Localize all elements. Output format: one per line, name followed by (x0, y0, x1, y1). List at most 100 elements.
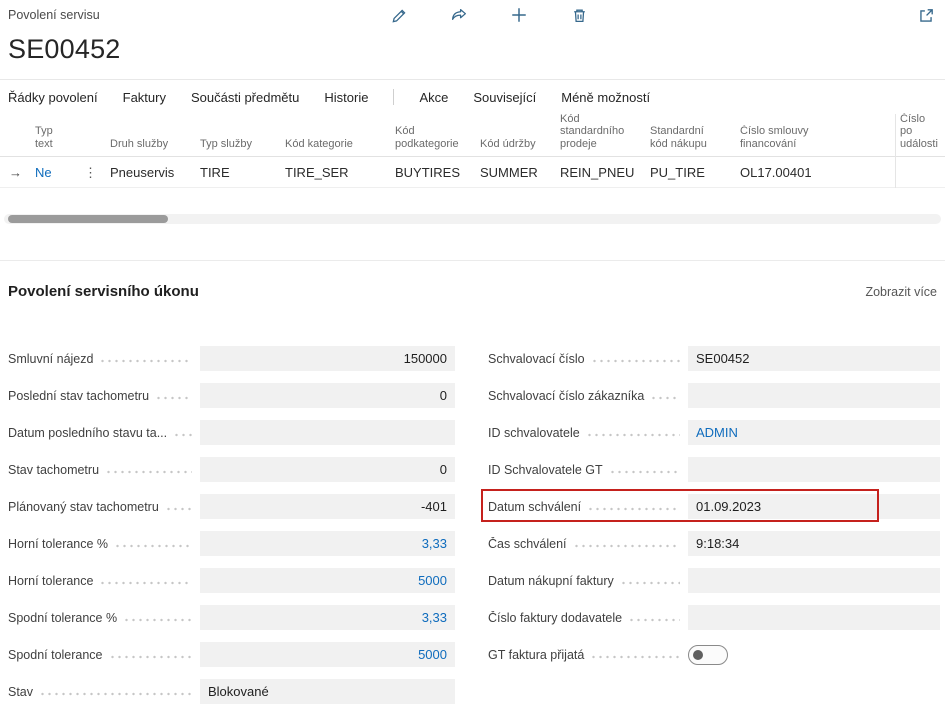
field-label: Stav tachometru (8, 463, 99, 477)
gt-faktura-toggle[interactable] (688, 645, 728, 665)
cell-cislo-smlouvy-financovani[interactable]: OL17.00401 (735, 165, 895, 180)
menu-souvisejici[interactable]: Související (473, 90, 536, 105)
field-id-schvalovatele-gt[interactable] (688, 457, 940, 482)
field-schvalovaci-cislo[interactable]: SE00452 (688, 346, 940, 371)
field-label: Stav (8, 685, 33, 699)
show-more-link[interactable]: Zobrazit více (865, 285, 937, 299)
field-label: Horní tolerance (8, 574, 93, 588)
add-icon[interactable] (508, 4, 530, 26)
dot-leader (99, 359, 192, 363)
field-label: Smluvní nájezd (8, 352, 93, 366)
horizontal-scrollbar-thumb[interactable] (8, 215, 168, 223)
dot-leader (573, 544, 680, 548)
menu-radky-povoleni[interactable]: Řádky povolení (8, 90, 98, 105)
open-in-window-icon[interactable] (915, 5, 937, 27)
title-area: SE00452 (0, 30, 945, 80)
cell-kod-udrzby[interactable]: SUMMER (475, 165, 555, 180)
cell-kod-podkategorie[interactable]: BUYTIRES (390, 165, 475, 180)
field-horni-tolerance-pct[interactable]: 3,33 (200, 531, 455, 556)
field-row-spodni-tolerance-pct: Spodní tolerance % 3,33 (8, 599, 458, 636)
dot-leader (609, 470, 680, 474)
menu-mene-moznosti[interactable]: Méně možností (561, 90, 650, 105)
action-menu: Řádky povolení Faktury Součásti předmětu… (0, 80, 945, 114)
field-row-id-schvalovatele: ID schvalovatele ADMIN (488, 414, 940, 451)
menu-faktury[interactable]: Faktury (123, 90, 166, 105)
field-smluvni-najezd[interactable]: 150000 (200, 346, 455, 371)
field-spodni-tolerance[interactable]: 5000 (200, 642, 455, 667)
field-posledni-stav-tachometru[interactable]: 0 (200, 383, 455, 408)
field-cas-schvaleni[interactable]: 9:18:34 (688, 531, 940, 556)
grid-header-kod-podkategorie[interactable]: Kód podkategorie (390, 125, 475, 156)
edit-icon[interactable] (388, 4, 410, 26)
field-horni-tolerance[interactable]: 5000 (200, 568, 455, 593)
field-label: Spodní tolerance % (8, 611, 117, 625)
menu-akce[interactable]: Akce (419, 90, 448, 105)
menu-soucasti-predmetu[interactable]: Součásti předmětu (191, 90, 299, 105)
dot-leader (105, 470, 192, 474)
share-icon[interactable] (448, 4, 470, 26)
permission-lines-grid: Typ text Druh služby Typ služby Kód kate… (0, 114, 945, 188)
field-row-horni-tolerance-pct: Horní tolerance % 3,33 (8, 525, 458, 562)
section-title[interactable]: Povolení servisního úkonu (8, 283, 199, 300)
grid-header-kod-udrzby[interactable]: Kód údržby (475, 138, 555, 157)
field-row-gt-faktura-prijata: GT faktura přijatá (488, 636, 940, 673)
field-stav-tachometru[interactable]: 0 (200, 457, 455, 482)
field-row-posledni-stav-tachometru: Poslední stav tachometru 0 (8, 377, 458, 414)
field-id-schvalovatele[interactable]: ADMIN (688, 420, 940, 445)
field-row-stav-tachometru: Stav tachometru 0 (8, 451, 458, 488)
cell-kod-kategorie[interactable]: TIRE_SER (280, 165, 390, 180)
grid-header-row: Typ text Druh služby Typ služby Kód kate… (0, 114, 945, 157)
dot-leader (628, 618, 680, 622)
section-header: Povolení servisního úkonu Zobrazit více (0, 261, 945, 300)
grid-header-typ-sluzby[interactable]: Typ služby (195, 138, 280, 157)
field-label: Schvalovací číslo (488, 352, 585, 366)
grid-header-cislo-smlouvy-financovani[interactable]: Číslo smlouvy financování (735, 125, 895, 156)
grid-header-standardni-kod-nakupu[interactable]: Standardní kód nákupu (645, 125, 735, 156)
horizontal-scrollbar[interactable] (4, 214, 941, 224)
field-label: Spodní tolerance (8, 648, 103, 662)
field-row-datum-nakupni-faktury: Datum nákupní faktury (488, 562, 940, 599)
cell-kod-standardniho-prodeje[interactable]: REIN_PNEU (555, 165, 645, 180)
field-row-spodni-tolerance: Spodní tolerance 5000 (8, 636, 458, 673)
approval-form: Smluvní nájezd 150000 Poslední stav tach… (8, 340, 940, 710)
field-label: Čas schválení (488, 537, 567, 551)
field-stav[interactable]: Blokované (200, 679, 455, 704)
field-schvalovaci-cislo-zakaznika[interactable] (688, 383, 940, 408)
dot-leader (587, 507, 680, 511)
grid-header-kod-kategorie[interactable]: Kód kategorie (280, 138, 390, 157)
field-datum-schvaleni[interactable]: 01.09.2023 (688, 494, 940, 519)
dot-leader (109, 655, 192, 659)
cell-typ-text-value[interactable]: Ne (35, 165, 52, 180)
grid-header-pointer-col (0, 150, 30, 156)
field-label: Schvalovací číslo zákazníka (488, 389, 644, 403)
field-planovany-stav-tachometru[interactable]: -401 (200, 494, 455, 519)
menu-historie[interactable]: Historie (324, 90, 368, 105)
cell-druh-sluzby[interactable]: Pneuservis (105, 165, 195, 180)
cell-typ-text[interactable]: Ne ⋮ (30, 165, 105, 180)
field-label: Poslední stav tachometru (8, 389, 149, 403)
field-cislo-faktury-dodavatele[interactable] (688, 605, 940, 630)
table-row: → Ne ⋮ Pneuservis TIRE TIRE_SER BUYTIRES… (0, 157, 945, 188)
cell-typ-sluzby[interactable]: TIRE (195, 165, 280, 180)
grid-header-typ-text[interactable]: Typ text (30, 125, 105, 156)
field-row-datum-schvaleni: Datum schválení 01.09.2023 (488, 488, 940, 525)
field-datum-posledniho-stavu[interactable] (200, 420, 455, 445)
field-row-stav: Stav Blokované (8, 673, 458, 710)
dot-leader (650, 396, 680, 400)
cell-standardni-kod-nakupu[interactable]: PU_TIRE (645, 165, 735, 180)
toggle-knob (693, 650, 703, 660)
grid-header-cislo-po-udalosti[interactable]: Číslo po události (895, 113, 945, 157)
grid-header-druh-sluzby[interactable]: Druh služby (105, 138, 195, 157)
field-label: Plánovaný stav tachometru (8, 500, 159, 514)
field-label: Datum schválení (488, 500, 581, 514)
dot-leader (590, 655, 680, 659)
field-spodni-tolerance-pct[interactable]: 3,33 (200, 605, 455, 630)
dot-leader (620, 581, 680, 585)
field-datum-nakupni-faktury[interactable] (688, 568, 940, 593)
row-options-icon[interactable]: ⋮ (84, 166, 97, 179)
dot-leader (114, 544, 192, 548)
delete-icon[interactable] (568, 4, 590, 26)
grid-header-kod-standardniho-prodeje[interactable]: Kód standardního prodeje (555, 113, 645, 157)
top-bar: Povolení servisu (0, 0, 945, 30)
menu-separator (393, 89, 394, 105)
